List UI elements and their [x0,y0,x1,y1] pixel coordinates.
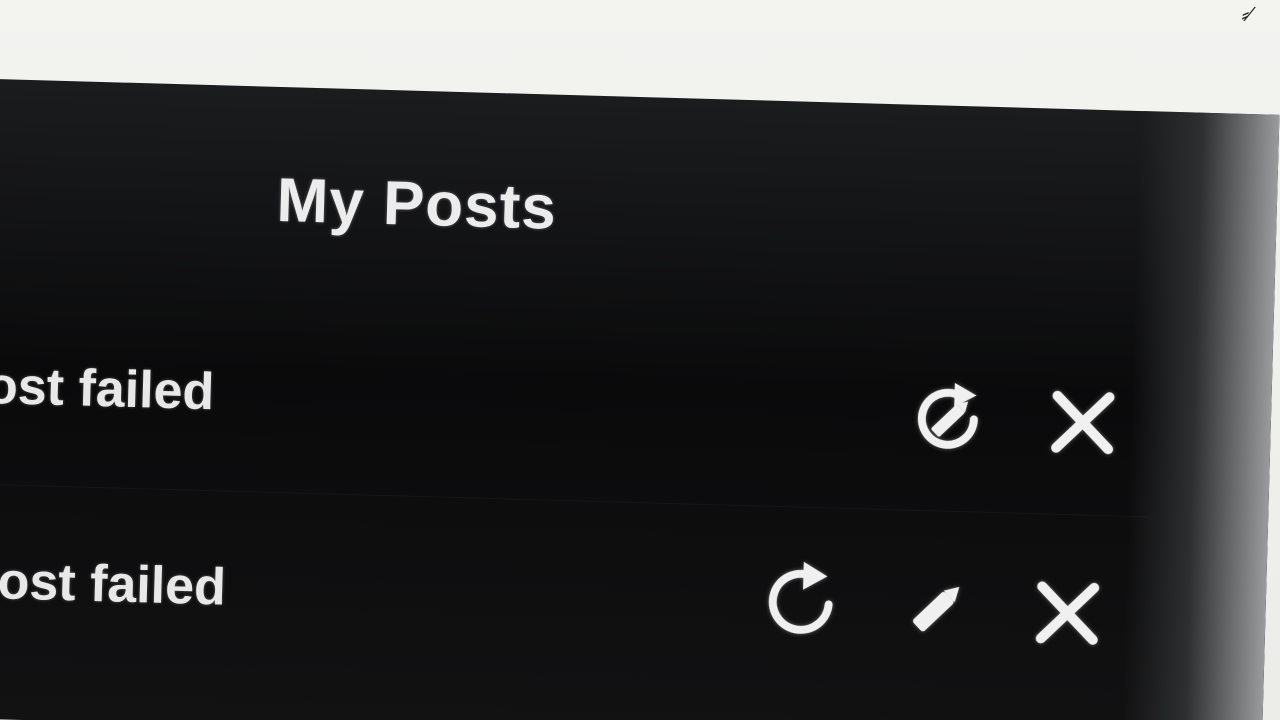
post-status-label: Post failed [0,551,227,617]
retry-edit-icon [917,382,978,449]
post-row: Post failed [0,323,1153,506]
delete-button[interactable] [1040,379,1126,465]
retry-button[interactable] [760,559,846,645]
close-icon [1051,390,1115,455]
corner-mark-icon: ⸗⁄ [1242,4,1252,26]
close-icon [1035,581,1100,645]
page-title: My Posts [275,165,558,243]
my-posts-panel: My Posts Post failed Post failed [0,78,1280,720]
post-status-label: Post failed [0,355,216,422]
screen: ⸗⁄ My Posts Post failed Post failed [0,0,1280,720]
edit-button[interactable] [894,564,980,650]
retry-edit-button[interactable] [905,376,991,462]
pencil-icon [912,586,960,632]
retry-icon [768,561,833,634]
delete-button[interactable] [1024,570,1110,656]
post-row: Post failed [0,518,1147,701]
